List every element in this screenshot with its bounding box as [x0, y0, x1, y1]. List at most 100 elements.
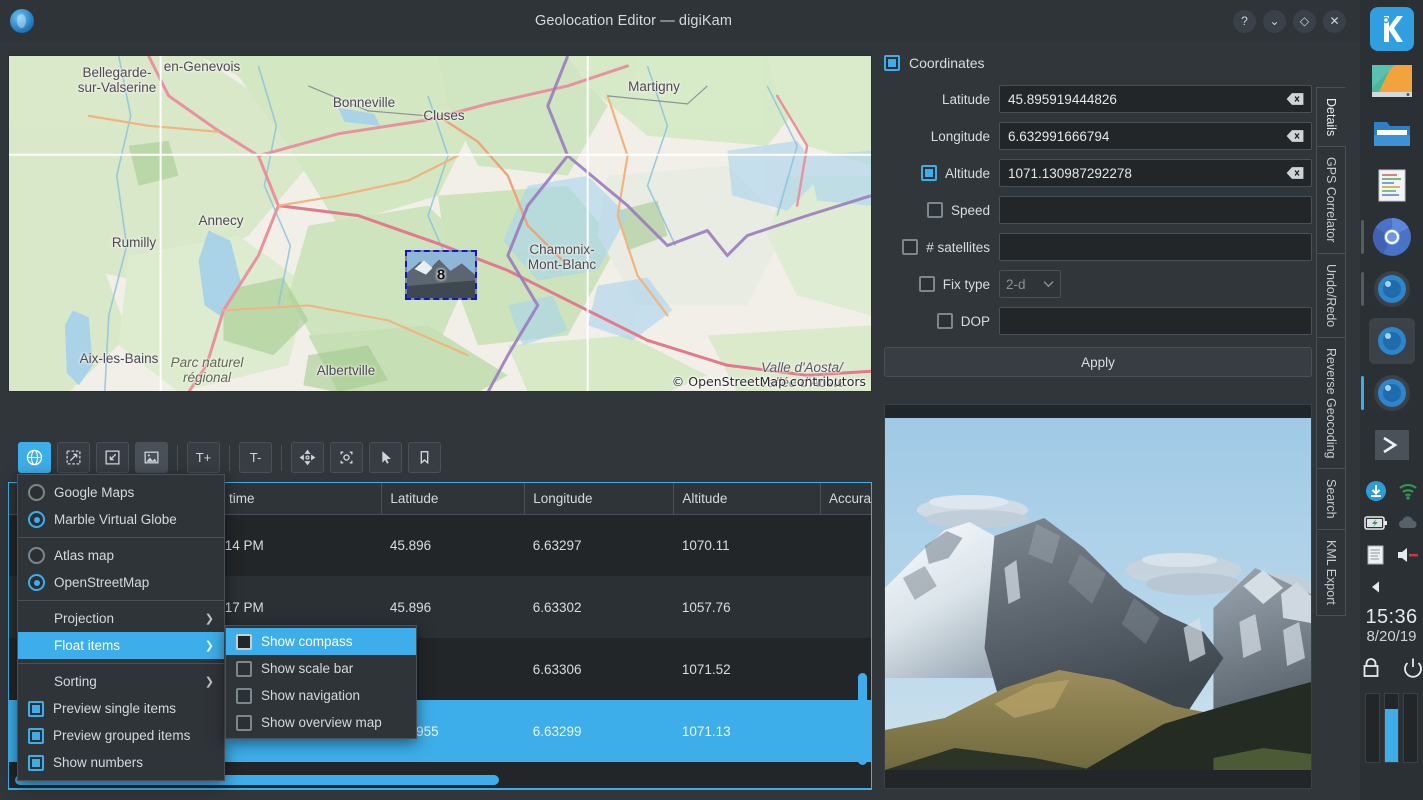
table-vertical-scrollbar[interactable]	[858, 673, 867, 765]
desktop-page-1[interactable]	[1365, 693, 1380, 763]
satellites-row: # satellites	[884, 233, 1312, 261]
clear-longitude-icon[interactable]	[1285, 129, 1305, 144]
clear-altitude-icon[interactable]	[1285, 166, 1305, 181]
row-accuracy	[820, 514, 872, 576]
terminal-icon[interactable]	[1369, 422, 1415, 468]
tab-undo-redo[interactable]: Undo/Redo	[1316, 253, 1346, 338]
checkbox-icon	[236, 715, 252, 731]
coordinates-group-header[interactable]: Coordinates	[884, 55, 1312, 71]
photo-preview-panel[interactable]	[884, 404, 1312, 789]
satellites-input[interactable]	[999, 233, 1312, 261]
show-thumbnails-button[interactable]	[135, 442, 168, 473]
map-view[interactable]: Bellegarde-sur-Valserine en-Genevois Bon…	[8, 55, 872, 392]
kde-menu-icon[interactable]	[1369, 6, 1415, 52]
toolbar-separator	[229, 445, 230, 471]
zoom-fit-image-button[interactable]	[96, 442, 129, 473]
satellites-checkbox[interactable]	[902, 239, 918, 255]
map-label: Rumilly	[112, 236, 156, 251]
fix-type-select[interactable]: 2-d	[999, 270, 1061, 298]
menu-item-atlas-map[interactable]: Atlas map	[18, 542, 224, 569]
menu-item-show-scale-bar[interactable]: Show scale bar	[226, 655, 416, 682]
menu-item-label: Google Maps	[54, 485, 134, 500]
speed-input[interactable]	[999, 196, 1312, 224]
virtual-desktop-pager[interactable]	[1365, 693, 1418, 763]
desktop-page-3[interactable]	[1403, 693, 1418, 763]
row-altitude: 1057.76	[674, 576, 821, 638]
menu-item-preview-grouped-items[interactable]: Preview grouped items	[18, 722, 224, 749]
speed-checkbox[interactable]	[927, 202, 943, 218]
minimize-button[interactable]: ⌄	[1263, 10, 1286, 33]
float-items-submenu[interactable]: Show compass Show scale bar Show navigat…	[225, 625, 417, 739]
table-header-altitude[interactable]: Altitude	[674, 483, 821, 514]
file-manager-icon[interactable]	[1369, 110, 1415, 156]
tab-search[interactable]: Search	[1316, 468, 1346, 530]
region-selection-button[interactable]	[330, 442, 363, 473]
table-header-longitude[interactable]: Longitude	[525, 483, 674, 514]
clipboard-icon[interactable]	[1363, 542, 1389, 568]
lock-icon[interactable]	[1358, 655, 1384, 681]
text-editor-icon[interactable]	[1369, 162, 1415, 208]
taskbar-clock[interactable]: 15:36	[1365, 606, 1417, 629]
table-header-latitude[interactable]: Latitude	[382, 483, 525, 514]
menu-item-show-compass[interactable]: Show compass	[226, 628, 416, 655]
expand-tray-icon[interactable]	[1363, 574, 1389, 600]
photo-cluster-marker[interactable]: 8	[405, 250, 477, 300]
menu-item-sorting[interactable]: Sorting ❯	[18, 668, 224, 695]
menu-item-label: Projection	[54, 611, 114, 626]
map-context-menu[interactable]: Google Maps Marble Virtual Globe Atlas m…	[17, 474, 225, 781]
menu-item-preview-single-items[interactable]: Preview single items	[18, 695, 224, 722]
tab-details[interactable]: Details	[1316, 87, 1346, 147]
longitude-value: 6.632991666794	[1008, 129, 1109, 144]
menu-item-float-items[interactable]: Float items ❯	[18, 632, 224, 659]
map-backend-button[interactable]	[18, 442, 51, 473]
decrease-thumbnail-size-button[interactable]: T-	[239, 442, 272, 473]
zoom-fit-selection-button[interactable]	[57, 442, 90, 473]
menu-item-projection[interactable]: Projection ❯	[18, 605, 224, 632]
menu-item-show-navigation[interactable]: Show navigation	[226, 682, 416, 709]
taskbar-date[interactable]: 8/20/19	[1366, 628, 1416, 645]
wifi-icon[interactable]	[1395, 478, 1421, 504]
digikam-icon-1[interactable]	[1369, 266, 1415, 312]
digikam-icon-2[interactable]	[1369, 318, 1415, 364]
volume-icon[interactable]	[1395, 542, 1421, 568]
menu-item-marble-virtual-globe[interactable]: Marble Virtual Globe	[18, 506, 224, 533]
updates-icon[interactable]	[1363, 478, 1389, 504]
tab-reverse-geocoding[interactable]: Reverse Geocoding	[1316, 337, 1346, 469]
increase-thumbnail-size-button[interactable]: T+	[187, 442, 220, 473]
pointer-mode-button[interactable]	[369, 442, 402, 473]
latitude-input[interactable]: 45.895919444826	[999, 85, 1312, 113]
table-header-accuracy[interactable]: Accuracy	[820, 483, 872, 514]
menu-item-show-numbers[interactable]: Show numbers	[18, 749, 224, 776]
toolbar-separator	[177, 445, 178, 471]
clear-latitude-icon[interactable]	[1285, 92, 1305, 107]
help-button[interactable]: ?	[1233, 10, 1256, 33]
dop-input[interactable]	[999, 307, 1312, 335]
menu-item-show-overview-map[interactable]: Show overview map	[226, 709, 416, 736]
menu-item-openstreetmap[interactable]: OpenStreetMap	[18, 569, 224, 596]
longitude-input[interactable]: 6.632991666794	[999, 122, 1312, 150]
altitude-checkbox[interactable]	[921, 165, 937, 181]
desktop-page-2[interactable]	[1384, 693, 1399, 763]
fix-type-checkbox[interactable]	[919, 276, 935, 292]
maximize-button[interactable]: ◇	[1293, 10, 1316, 33]
fix-type-label-wrap: Fix type	[884, 276, 999, 292]
digikam-icon-3[interactable]	[1369, 370, 1415, 416]
bookmarks-button[interactable]	[408, 442, 441, 473]
pan-mode-button[interactable]	[291, 442, 324, 473]
session-controls	[1358, 655, 1423, 681]
cloud-icon[interactable]	[1395, 510, 1421, 536]
altitude-input[interactable]: 1071.130987292278	[999, 159, 1312, 187]
wallpaper-settings-icon[interactable]	[1369, 58, 1415, 104]
dop-checkbox[interactable]	[937, 313, 953, 329]
power-icon[interactable]	[1400, 655, 1423, 681]
menu-item-label: Marble Virtual Globe	[54, 512, 177, 527]
coordinates-checkbox[interactable]	[884, 55, 900, 71]
details-apply-button[interactable]: Apply	[884, 347, 1312, 377]
battery-icon[interactable]	[1363, 510, 1389, 536]
menu-item-google-maps[interactable]: Google Maps	[18, 479, 224, 506]
tab-gps-correlator[interactable]: GPS Correlator	[1316, 146, 1346, 253]
tab-kml-export[interactable]: KML Export	[1316, 529, 1346, 616]
chromium-browser-icon[interactable]	[1369, 214, 1415, 260]
fix-type-label: Fix type	[943, 277, 990, 292]
close-button[interactable]: ✕	[1323, 10, 1346, 33]
